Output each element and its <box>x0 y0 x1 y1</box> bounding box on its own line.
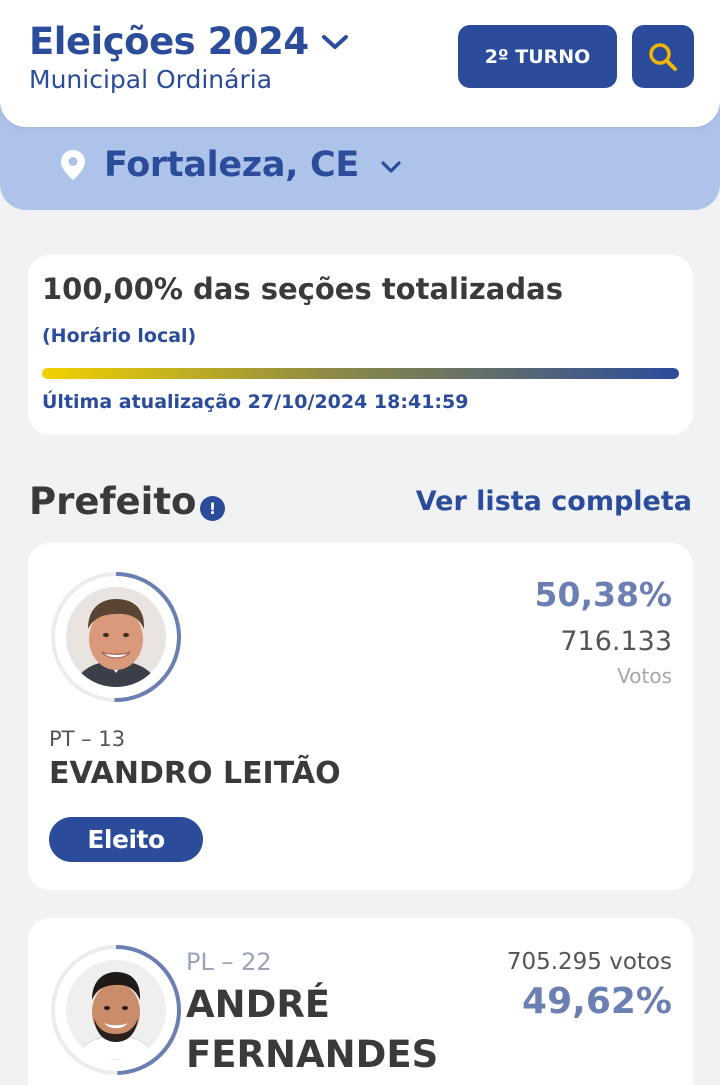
election-title: Eleições 2024 <box>29 20 309 63</box>
search-button[interactable] <box>632 25 694 88</box>
vote-percentage: 50,38% <box>534 575 672 614</box>
candidate-card[interactable]: 50,38% 716.133 Votos PT – 13 EVANDRO LEI… <box>28 543 693 890</box>
see-full-list-link[interactable]: Ver lista completa <box>416 486 692 517</box>
candidate-photo <box>66 587 166 687</box>
map-pin-icon <box>61 150 85 180</box>
avatar <box>66 587 166 687</box>
last-update-text: Última atualização 27/10/2024 18:41:59 <box>42 391 469 413</box>
progress-bar <box>42 368 679 379</box>
search-icon <box>649 42 677 71</box>
vote-percentage: 49,62% <box>522 981 672 1022</box>
totalization-title: 100,00% das seções totalizadas <box>42 272 563 306</box>
party-number: PL – 22 <box>186 948 272 976</box>
party-number: PT – 13 <box>49 727 126 751</box>
totalization-card: 100,00% das seções totalizadas (Horário … <box>28 255 693 435</box>
avatar <box>66 960 166 1060</box>
chevron-down-icon <box>321 34 348 49</box>
header: Eleições 2024 Municipal Ordinária 2º TUR… <box>0 0 720 127</box>
progress-bar-fill <box>42 368 679 379</box>
candidate-card[interactable]: PL – 22 ANDRÉ FERNANDES 705.295 votos 49… <box>28 918 693 1085</box>
candidate-photo <box>66 960 166 1060</box>
chevron-down-icon <box>381 160 401 173</box>
candidate-avatar <box>49 570 183 704</box>
section-title: Prefeito <box>29 480 197 523</box>
elected-badge: Eleito <box>49 817 203 862</box>
election-subtitle: Municipal Ordinária <box>29 65 273 94</box>
location-selector[interactable]: Fortaleza, CE <box>60 145 401 185</box>
candidate-avatar <box>49 943 183 1077</box>
election-selector[interactable]: Eleições 2024 <box>29 20 349 63</box>
vote-count: 705.295 votos <box>506 949 672 975</box>
local-time-note: (Horário local) <box>42 325 197 347</box>
info-icon[interactable]: ! <box>200 496 225 521</box>
turno-button[interactable]: 2º TURNO <box>458 25 617 88</box>
votes-label: Votos <box>617 664 672 688</box>
location-name: Fortaleza, CE <box>104 145 360 185</box>
vote-count: 716.133 <box>560 626 672 657</box>
candidate-name: EVANDRO LEITÃO <box>49 756 341 791</box>
candidate-name: ANDRÉ FERNANDES <box>186 983 439 1076</box>
